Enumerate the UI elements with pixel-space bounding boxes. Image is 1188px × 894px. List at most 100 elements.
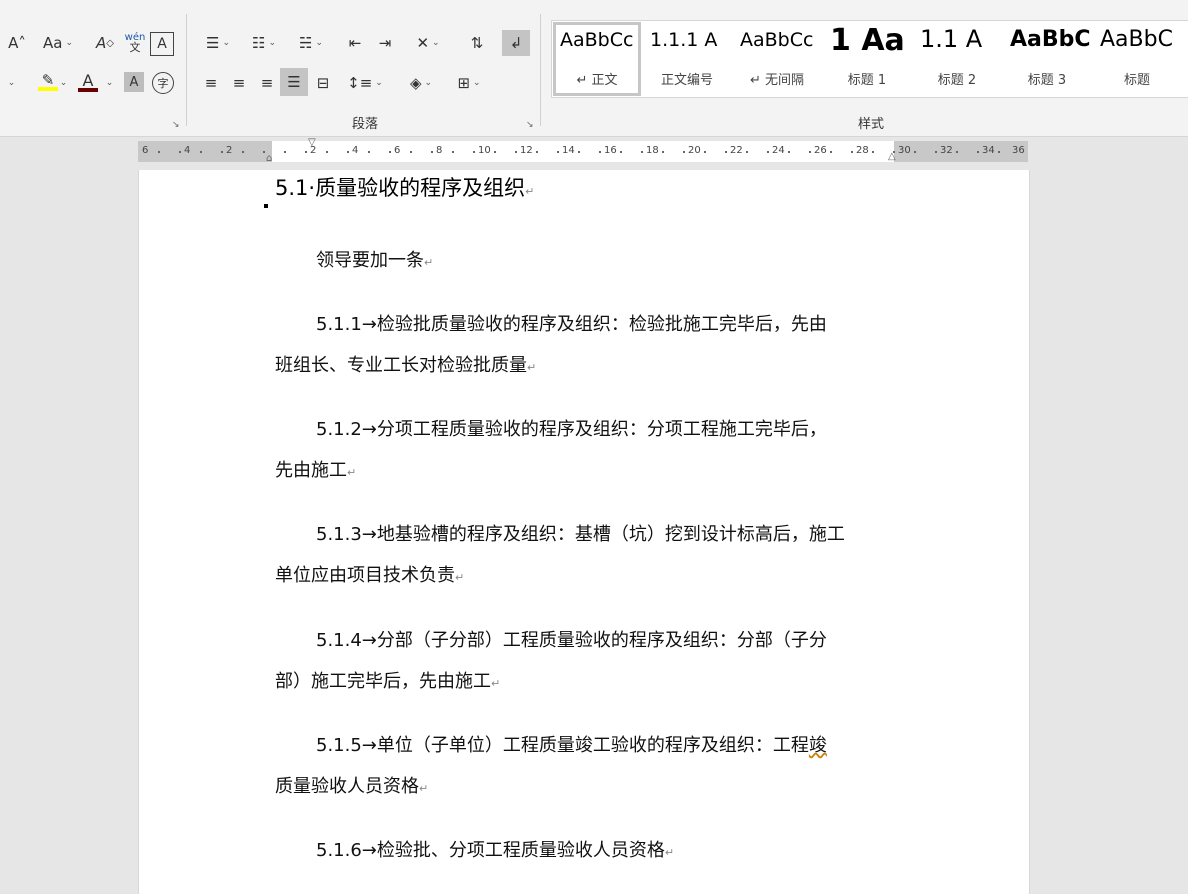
highlight-dropdown[interactable]: ⌄ [54,70,70,96]
borders-button[interactable]: ⊞ ⌄ [448,70,490,96]
paragraph-mark: ↵ [491,677,501,690]
paragraph-dialog-launcher-icon[interactable]: ↘ [526,120,536,130]
paragraph-5-1-5[interactable]: 5.1.5→单位（子单位）工程质量竣工验收的程序及组织：工程竣 质量验收人员资格… [275,725,900,809]
chinese-layout-button[interactable]: ✕ ⌄ [408,30,448,56]
style-heading-1[interactable]: 1 Aa 标题 1 [822,21,912,97]
chevron-down-icon: ⌄ [65,38,73,48]
style-heading-3[interactable]: AaBbC 标题 3 [1002,21,1092,97]
numbered-list-icon: ☷ [252,34,266,52]
sort-button[interactable]: ⇅ [464,30,490,56]
ruler-tick-label: 8 [436,145,443,156]
sort-icon: ⇅ [470,34,484,52]
decrease-indent-button[interactable]: ⇤ [342,30,368,56]
horizontal-ruler[interactable]: 6 4 2 2 4 6 8 10 12 14 16 18 20 22 24 26 28 30 32 34 36 ⌂ ▽ … [138,137,1028,164]
ruler-tick-mark [788,151,790,153]
heading-bullet-marker [264,204,268,208]
ruler-tick-mark [494,151,496,153]
ruler-text-area [272,141,894,162]
char-shading-button[interactable]: A [124,72,144,92]
ruler-tick-label: 6 [142,145,149,156]
phonetic-guide-button[interactable]: wén 文 [122,30,148,56]
doc-heading[interactable]: 5.1·质量验收的程序及组织↵ [275,172,534,202]
align-left-button[interactable]: ≡ [198,70,224,96]
ruler-tick-mark [599,151,601,153]
change-case-button[interactable]: Aa ⌄ [38,30,78,56]
ruler-tick-mark [578,151,580,153]
font-color-dropdown[interactable]: ⌄ [100,70,116,96]
shading-button[interactable]: ◈ ⌄ [400,70,442,96]
ruler-tick-label: 22 [730,145,743,156]
font-dialog-launcher-icon[interactable]: ↘ [172,120,182,130]
paragraph-5-1-1[interactable]: 5.1.1→检验批质量验收的程序及组织：检验批施工完毕后，先由 班组长、专业工长… [275,304,900,388]
ruler-tick-label: 12 [520,145,533,156]
enclose-char-button[interactable]: 字 [152,72,174,94]
ruler-tick-mark [851,151,853,153]
ruler-tick-mark [305,151,307,153]
increase-indent-button[interactable]: ⇥ [372,30,398,56]
ruler-tick-mark [179,151,181,153]
paragraph-note[interactable]: 领导要加一条↵ [275,240,900,283]
char-border-button[interactable]: A [150,32,174,56]
style-heading-2[interactable]: 1.1 A 标题 2 [912,21,1002,97]
chinese-layout-icon: ✕ [416,34,430,52]
bullets-button[interactable]: ☰ ⌄ [198,30,238,56]
distributed-button[interactable]: ⊟ [310,70,336,96]
ruler-tick-label: 24 [772,145,785,156]
multilevel-list-icon: ☵ [299,34,313,52]
ruler-tick-mark [431,151,433,153]
ruler-tick-label: 32 [940,145,953,156]
ruler-tick-mark [536,151,538,153]
font-color-button[interactable]: A [74,68,102,94]
style-name: ↵ 无间隔 [749,73,805,88]
align-left-icon: ≡ [204,74,218,92]
style-name: 标题 2 [937,73,977,88]
text-effects-dropdown[interactable]: ⌄ [0,70,20,96]
ruler-tick-mark [830,151,832,153]
ruler-tick-mark [200,151,202,153]
ruler-tick-mark [977,151,979,153]
spelling-squiggle: 竣 [808,735,827,756]
ruler-tick-mark [263,151,265,153]
ruler-tick-mark [326,151,328,153]
styles-group-label: 样式 [857,117,884,132]
ruler-tick-label: 28 [856,145,869,156]
ruler-tick-label: 2 [226,145,233,156]
align-right-button[interactable]: ≡ [254,70,280,96]
ruler-tick-label: 14 [562,145,575,156]
group-divider [186,14,187,126]
multilevel-list-button[interactable]: ☵ ⌄ [290,30,332,56]
paragraph-5-1-6[interactable]: 5.1.6→检验批、分项工程质量验收人员资格↵ [275,830,900,873]
document-page[interactable]: 5.1·质量验收的程序及组织↵ 领导要加一条↵ 5.1.1→检验批质量验收的程序… [138,170,1030,894]
chevron-down-icon: ⌄ [105,78,114,88]
ruler-tick-mark [620,151,622,153]
paragraph-group-label: 段落 [351,117,378,132]
line-spacing-button[interactable]: ↕≡ ⌄ [344,70,386,96]
grow-font-button[interactable]: A˄ [4,30,30,56]
style-preview: AaBbCc [740,29,814,51]
ruler-tick-mark [557,151,559,153]
paragraph-5-1-3[interactable]: 5.1.3→地基验槽的程序及组织：基槽（坑）挖到设计标高后，施工 单位应由项目技… [275,514,900,598]
ruler-tick-mark [998,151,1000,153]
show-marks-button[interactable]: ↲ [502,30,530,56]
right-indent-marker-icon[interactable]: △ [888,151,896,162]
paragraph-5-1-2[interactable]: 5.1.2→分项工程质量验收的程序及组织：分项工程施工完毕后， 先由施工↵ [275,409,900,493]
paragraph-5-1-4[interactable]: 5.1.4→分部（子分部）工程质量验收的程序及组织：分部（子分 部）施工完毕后，… [275,620,900,704]
ribbon: A˄ Aa ⌄ A ◇ wén 文 A ⌄ ✎ ⌄ A ⌄ A 字 ↘ ☰ ⌄ ☷ ⌄ … [0,0,1188,137]
style-normal[interactable]: AaBbCc ↵ 正文 [552,21,642,97]
left-indent-marker-icon[interactable]: ⌂ [266,153,272,164]
chevron-down-icon: ⌄ [473,78,481,88]
align-center-button[interactable]: ≡ [226,70,252,96]
style-body-numbering[interactable]: 1.1.1 A 正文编号 [642,21,732,97]
ruler-tick-label: 4 [184,145,191,156]
ruler-tick-mark [746,151,748,153]
numbering-button[interactable]: ☷ ⌄ [244,30,284,56]
first-line-indent-marker-icon[interactable]: ▽ [308,137,316,148]
ruler-tick-mark [515,151,517,153]
ruler-tick-mark [809,151,811,153]
ruler-tick-mark [767,151,769,153]
style-no-spacing[interactable]: AaBbCc ↵ 无间隔 [732,21,822,97]
style-title[interactable]: AaBbC 标题 [1092,21,1182,97]
clear-format-button[interactable]: A ◇ [92,30,118,56]
justify-button[interactable]: ☰ [280,68,308,96]
ruler-tick-mark [368,151,370,153]
